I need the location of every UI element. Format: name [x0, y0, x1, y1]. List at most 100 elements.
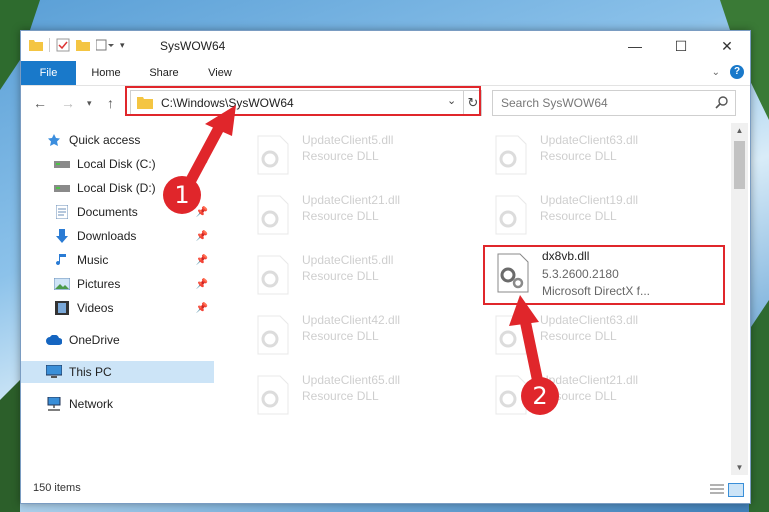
file-item[interactable]: UpdateClient63.dll Resource DLL — [484, 309, 704, 359]
videos-icon — [53, 300, 71, 316]
quick-access-toolbar: ▾ — [29, 38, 125, 52]
file-item[interactable]: UpdateClient65.dll Resource DLL — [246, 369, 466, 419]
music-icon — [53, 252, 71, 268]
dll-file-icon — [495, 135, 527, 175]
file-description: Resource DLL — [302, 209, 379, 223]
tab-view[interactable]: View — [195, 61, 245, 85]
file-list: UpdateClient5.dll Resource DLL UpdateCli… — [226, 123, 731, 475]
pin-icon[interactable]: 📌 — [196, 303, 208, 314]
help-icon[interactable]: ? — [730, 65, 744, 79]
scroll-down-icon[interactable]: ▼ — [731, 463, 748, 472]
recent-locations-icon[interactable]: ▾ — [87, 98, 92, 109]
pin-icon[interactable]: 📌 — [196, 231, 208, 242]
file-item[interactable]: UpdateClient5.dll Resource DLL — [246, 249, 466, 299]
file-description: Resource DLL — [540, 329, 617, 343]
divider — [49, 38, 50, 52]
qat-dropdown-icon[interactable]: ▾ — [120, 40, 125, 51]
dll-file-icon — [257, 195, 289, 235]
file-name: UpdateClient65.dll — [302, 373, 401, 387]
scroll-thumb[interactable] — [734, 141, 745, 189]
pictures-icon — [53, 276, 71, 292]
step-2-badge: 2 — [521, 377, 559, 415]
maximize-button[interactable]: ☐ — [658, 31, 704, 61]
file-description: Resource DLL — [302, 149, 379, 163]
sidebar-item-pictures[interactable]: Pictures 📌 — [21, 273, 214, 295]
dll-file-icon — [257, 135, 289, 175]
title-bar: ▾ SysWOW64 — ☐ ✕ — [21, 31, 750, 61]
sidebar-item-label: Local Disk (C:) — [77, 157, 156, 171]
customize-toolbar-icon[interactable] — [96, 39, 114, 51]
file-item[interactable]: UpdateClient21.dll Resource DLL — [484, 369, 704, 419]
forward-icon[interactable]: → — [61, 95, 75, 111]
file-name: UpdateClient42.dll — [302, 313, 401, 327]
file-description: Resource DLL — [540, 209, 617, 223]
file-name: UpdateClient63.dll — [540, 313, 639, 327]
status-bar: 150 items — [21, 477, 750, 503]
network-icon — [45, 396, 63, 412]
documents-icon — [53, 204, 71, 220]
sidebar-item-quick-access[interactable]: Quick access — [21, 129, 214, 151]
star-icon — [45, 132, 63, 148]
file-description: Resource DLL — [302, 389, 379, 403]
step-1-badge: 1 — [163, 176, 201, 214]
download-icon — [53, 228, 71, 244]
file-item[interactable]: UpdateClient5.dll Resource DLL — [246, 129, 466, 179]
dll-file-icon — [495, 315, 527, 355]
sidebar-item-videos[interactable]: Videos 📌 — [21, 297, 214, 319]
pin-icon[interactable]: 📌 — [196, 255, 208, 266]
file-description: Resource DLL — [302, 269, 379, 283]
details-view-icon[interactable] — [709, 483, 725, 497]
sidebar-item-label: Downloads — [77, 229, 137, 243]
address-highlight-box — [125, 86, 481, 116]
ribbon-tabs: File Home Share View ⌄ ? — [21, 61, 750, 86]
item-count: 150 items — [33, 482, 81, 494]
navigation-bar: ← → ▾ ↑ C:\Windows\SysWOW64 ⌄ ↻ Search S… — [21, 86, 750, 119]
sidebar-item-label: Documents — [77, 205, 138, 219]
sidebar-item-onedrive[interactable]: OneDrive — [21, 329, 214, 351]
sidebar-item-label: Pictures — [77, 277, 121, 291]
file-item[interactable]: UpdateClient42.dll Resource DLL — [246, 309, 466, 359]
large-icons-view-icon[interactable] — [728, 483, 744, 497]
tab-file[interactable]: File — [21, 61, 76, 85]
pin-icon[interactable]: 📌 — [196, 279, 208, 290]
sidebar-item-network[interactable]: Network — [21, 393, 214, 415]
file-description: Resource DLL — [302, 329, 379, 343]
properties-icon[interactable] — [56, 38, 70, 52]
sidebar-item-label: Network — [69, 397, 114, 411]
pin-icon[interactable]: 📌 — [196, 159, 208, 170]
sidebar-item-label: This PC — [69, 365, 112, 379]
drive-icon — [53, 156, 71, 172]
folder-icon — [29, 40, 43, 51]
tab-home[interactable]: Home — [81, 61, 131, 85]
sidebar-item-this-pc[interactable]: This PC — [21, 361, 214, 383]
vertical-scrollbar[interactable]: ▲ ▼ — [731, 123, 748, 475]
dll-file-icon — [495, 195, 527, 235]
file-name: UpdateClient63.dll — [540, 133, 639, 147]
up-icon[interactable]: ↑ — [107, 95, 114, 111]
file-name: UpdateClient21.dll — [302, 193, 401, 207]
file-item[interactable]: UpdateClient21.dll Resource DLL — [246, 189, 466, 239]
sidebar-item-label: OneDrive — [69, 333, 120, 347]
tab-share[interactable]: Share — [139, 61, 189, 85]
scroll-up-icon[interactable]: ▲ — [731, 126, 748, 135]
file-name: UpdateClient5.dll — [302, 133, 394, 147]
computer-icon — [45, 364, 63, 380]
new-folder-icon[interactable] — [76, 39, 90, 51]
file-name: UpdateClient5.dll — [302, 253, 394, 267]
file-item[interactable]: UpdateClient19.dll Resource DLL — [484, 189, 704, 239]
pin-icon[interactable]: 📌 — [196, 207, 208, 218]
sidebar-item-music[interactable]: Music 📌 — [21, 249, 214, 271]
sidebar-item-downloads[interactable]: Downloads 📌 — [21, 225, 214, 247]
minimize-button[interactable]: — — [612, 31, 658, 61]
file-item[interactable]: UpdateClient63.dll Resource DLL — [484, 129, 704, 179]
close-button[interactable]: ✕ — [704, 31, 750, 61]
drive-icon — [53, 180, 71, 196]
file-name: UpdateClient19.dll — [540, 193, 639, 207]
sidebar-item-local-disk-c[interactable]: Local Disk (C:) 📌 — [21, 153, 214, 175]
search-placeholder: Search SysWOW64 — [501, 96, 608, 110]
search-input[interactable]: Search SysWOW64 — [492, 90, 736, 116]
search-icon[interactable] — [715, 95, 729, 109]
sidebar-item-label: Quick access — [69, 133, 141, 147]
back-icon[interactable]: ← — [33, 95, 47, 111]
expand-ribbon-icon[interactable]: ⌄ — [712, 67, 720, 78]
